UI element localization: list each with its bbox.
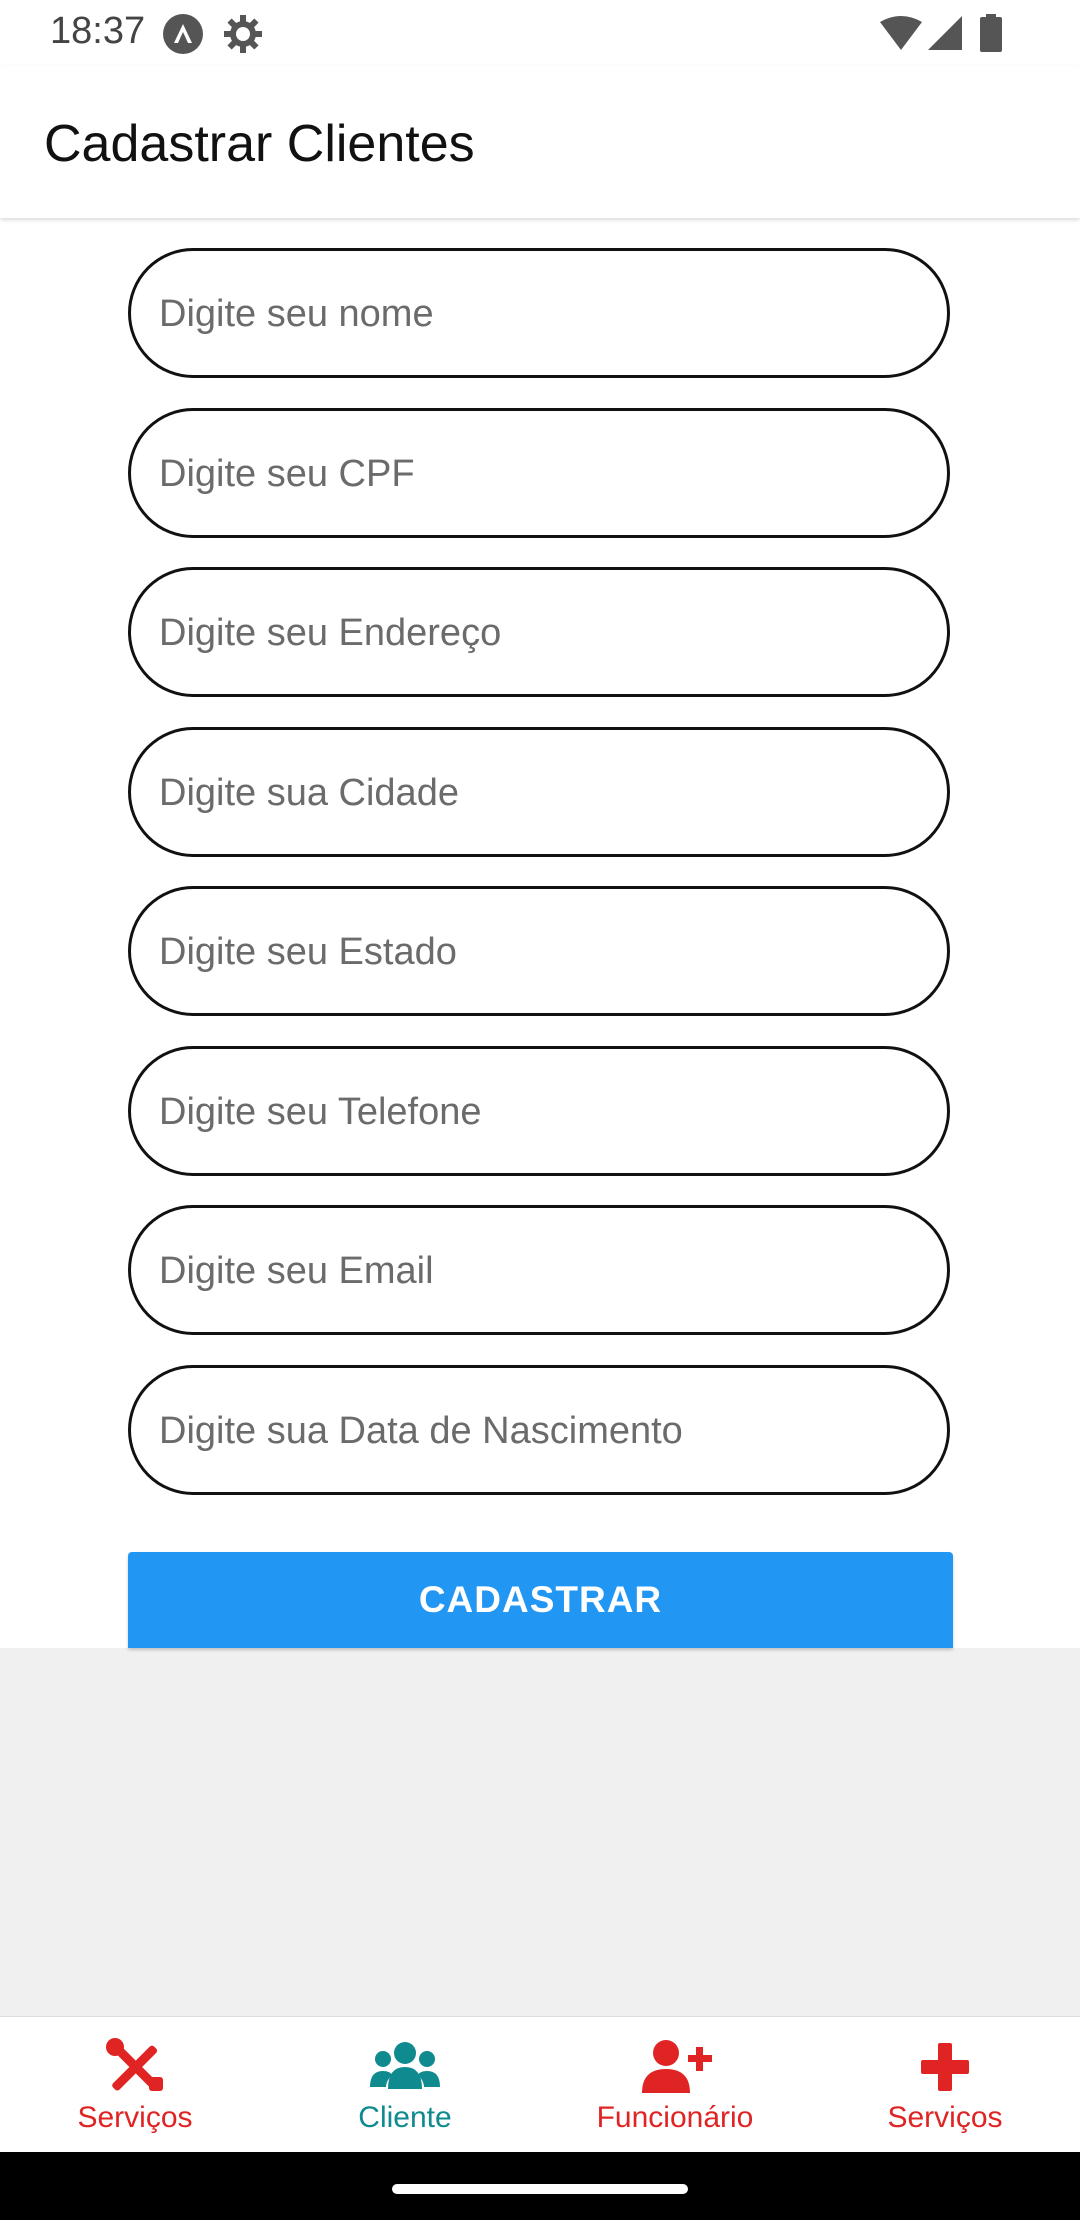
page-title: Cadastrar Clientes bbox=[44, 115, 475, 173]
phone-input[interactable] bbox=[157, 1049, 921, 1175]
wifi-icon bbox=[880, 16, 922, 55]
email-field[interactable] bbox=[128, 1205, 950, 1335]
address-field[interactable] bbox=[128, 567, 950, 697]
status-time: 18:37 bbox=[50, 10, 146, 52]
nav-item-funcionario[interactable]: Funcionário bbox=[540, 2017, 810, 2153]
register-button[interactable]: CADASTRAR bbox=[128, 1552, 953, 1648]
home-handle[interactable] bbox=[392, 2184, 688, 2194]
nav-label-servicos-add: Serviços bbox=[887, 2101, 1003, 2134]
nav-item-cliente[interactable]: Cliente bbox=[270, 2017, 540, 2153]
phone-field[interactable] bbox=[128, 1046, 950, 1176]
nav-item-servicos[interactable]: Serviços bbox=[0, 2017, 270, 2153]
nav-label-servicos: Serviços bbox=[77, 2101, 193, 2134]
nav-label-cliente: Cliente bbox=[358, 2101, 452, 2134]
state-input[interactable] bbox=[157, 889, 921, 1015]
email-input[interactable] bbox=[157, 1208, 921, 1334]
cpf-field[interactable] bbox=[128, 408, 950, 538]
status-bar: 18:37 bbox=[0, 0, 1080, 66]
nav-item-servicos-add[interactable]: Serviços bbox=[810, 2017, 1080, 2153]
signal-icon bbox=[928, 16, 962, 55]
system-nav-bar bbox=[0, 2152, 1080, 2220]
name-input[interactable] bbox=[157, 251, 921, 377]
app-bar: Cadastrar Clientes bbox=[0, 66, 1080, 218]
name-field[interactable] bbox=[128, 248, 950, 378]
birthdate-field[interactable] bbox=[128, 1365, 950, 1495]
cpf-input[interactable] bbox=[157, 411, 921, 537]
state-field[interactable] bbox=[128, 886, 950, 1016]
nav-label-funcionario: Funcionário bbox=[596, 2101, 754, 2134]
city-input[interactable] bbox=[157, 730, 921, 856]
settings-icon bbox=[222, 13, 264, 60]
city-field[interactable] bbox=[128, 727, 950, 857]
app-notification-icon bbox=[162, 13, 204, 60]
address-input[interactable] bbox=[157, 570, 921, 696]
bottom-nav: Serviços Cliente Funcionário Serviços bbox=[0, 2016, 1080, 2153]
client-form: CADASTRAR bbox=[0, 218, 1080, 1648]
birthdate-input[interactable] bbox=[157, 1368, 921, 1494]
battery-icon bbox=[980, 14, 1002, 57]
